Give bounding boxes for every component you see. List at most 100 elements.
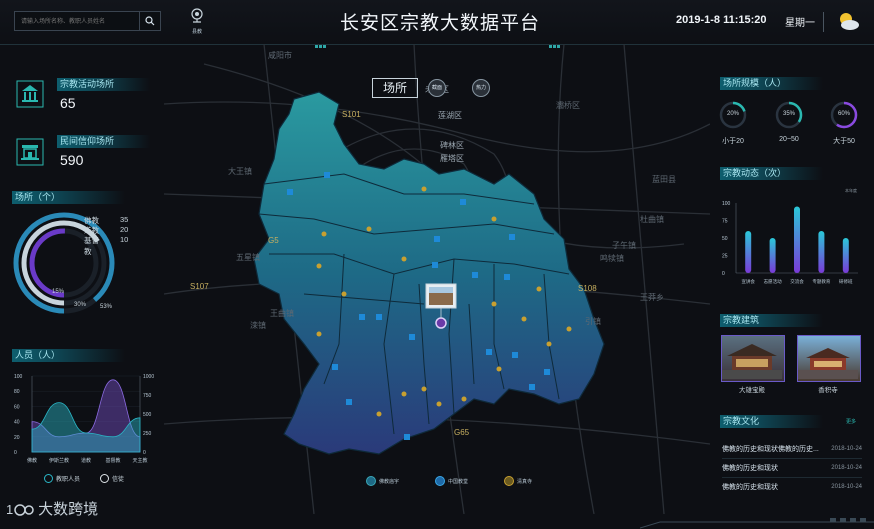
map-label: 鸣犊镇: [600, 254, 624, 263]
map-legend: 佛教庙宇 中国教堂 清真寺: [366, 476, 532, 486]
x-tick-label: 专题教育: [812, 278, 830, 285]
x-tick-label: 基督教: [105, 457, 120, 464]
dynamics-bar-chart: 100 75 50 25 0 宣讲会 志愿活动 交流会 专题教育 研修班: [722, 201, 858, 285]
gauge-pct: 35%: [782, 111, 795, 117]
building-caption: 大雄宝殿: [739, 387, 765, 394]
culture-title: 佛教的历史和现状: [722, 484, 778, 491]
buildings-label: 宗教建筑: [720, 314, 823, 327]
culture-label: 宗教文化: [720, 415, 823, 428]
sun-cloud-icon: [840, 13, 859, 30]
search-input[interactable]: [19, 13, 141, 30]
tick-label: 20: [14, 435, 20, 441]
activity-places-value: 65: [60, 95, 76, 111]
legend-dot-icon: [504, 476, 515, 486]
legend-staff[interactable]: 教职人员: [44, 474, 80, 483]
temple-photo-icon: [722, 344, 782, 379]
location-pin-icon: [191, 8, 203, 23]
legend-value: 10: [120, 235, 129, 244]
footer-decoration: [640, 518, 874, 529]
culture-date: 2018-10-24: [831, 484, 862, 490]
legend-label: 信徒: [112, 477, 125, 483]
legend-believers[interactable]: 信徒: [100, 474, 124, 483]
activity-places-label: 宗教活动场所: [57, 78, 150, 91]
page-title: 长安区宗教大数据平台: [339, 12, 540, 34]
gauge-caption: 小于20: [722, 138, 744, 145]
scale-label: 场所规模（人）: [720, 77, 823, 90]
x-tick-label: 交流会: [790, 278, 804, 285]
map-label: 莲湖区: [438, 111, 462, 120]
list-item[interactable]: 佛教的历史和现状 2018-10-24: [722, 478, 862, 496]
district-region[interactable]: [253, 91, 605, 455]
gauge-caption: 20~50: [779, 136, 799, 143]
map-mode-label: 场所: [372, 78, 418, 98]
map-label: 滦镇: [250, 321, 266, 330]
bar-志愿活动: [769, 238, 776, 273]
folk-places-label: 民间信仰场所: [57, 135, 150, 148]
places-legend: 佛教 35 道教 20 基督教 10: [84, 215, 129, 256]
tick-label: 1000: [143, 374, 154, 380]
bar-宣讲会: [745, 231, 752, 273]
culture-more-link[interactable]: 更多: [846, 418, 856, 425]
legend-row: 道教 20: [84, 225, 128, 235]
folk-places-value: 590: [60, 152, 84, 168]
people-legend: 教职人员 信徒: [44, 474, 124, 483]
dynamics-unit: 本年度: [845, 188, 857, 193]
temple-icon: [16, 80, 44, 108]
map-label: 引镇: [585, 317, 601, 326]
culture-list: 佛教的历史和现状佛教的历史... 2018-10-24 佛教的历史和现状 2018-…: [722, 440, 862, 496]
tick-label: 750: [143, 393, 152, 399]
people-chart-label: 人员（人）: [12, 349, 125, 362]
gauge-pct: 20%: [726, 111, 739, 117]
tick-label: 0: [722, 271, 725, 277]
gauge-caption: 大于50: [833, 138, 855, 145]
tick-label: 60: [14, 404, 20, 410]
legend-name: 基督教: [84, 236, 99, 256]
map-label: 王曲镇: [270, 309, 294, 318]
legend-label: 中国教堂: [448, 478, 469, 485]
search-button[interactable]: [139, 12, 160, 30]
map-section-button[interactable]: 截面: [428, 79, 446, 97]
legend-label: 佛教庙宇: [379, 478, 400, 485]
tick-label: 100: [722, 201, 731, 207]
culture-title: 佛教的历史和现状: [722, 465, 778, 472]
tick-label: 75: [722, 219, 728, 225]
map-label: S108: [578, 284, 597, 293]
building-image-2[interactable]: [797, 335, 861, 382]
legend-circle-icon: [44, 474, 53, 483]
legend-circle-icon: [100, 474, 110, 483]
bar-交流会: [794, 206, 800, 273]
legend-label: 教职人员: [56, 477, 81, 483]
map-label: 雁塔区: [440, 154, 464, 163]
map-heat-button[interactable]: 热力: [472, 79, 490, 97]
search-icon: [145, 16, 155, 26]
x-tick-label: 伊斯兰教: [49, 457, 69, 464]
culture-title: 佛教的历史和现状佛教的历史...: [722, 446, 819, 453]
list-item[interactable]: 佛教的历史和现状 2018-10-24: [722, 459, 862, 478]
scale-gauges: 20% 小于20 35% 20~50 60% 大于50: [718, 100, 868, 150]
x-tick-label: 佛教: [27, 457, 37, 464]
building-image-1[interactable]: [721, 335, 785, 382]
location-toggle[interactable]: 县教: [186, 8, 208, 36]
tick-label: 500: [143, 412, 152, 418]
map-label: 蓝田县: [652, 175, 676, 184]
legend-buddhist[interactable]: 佛教庙宇: [366, 476, 399, 486]
list-item[interactable]: 佛教的历史和现状佛教的历史... 2018-10-24: [722, 440, 862, 459]
legend-mosque[interactable]: 清真寺: [504, 476, 532, 486]
bar-专题教育: [818, 231, 825, 273]
header-divider: [823, 12, 824, 32]
bar-研修班: [842, 238, 849, 273]
building-caption: 香积寺: [818, 387, 838, 394]
search-box: [14, 11, 161, 31]
datetime-display: 2019-1-8 11:15:20: [676, 14, 767, 26]
location-label: 县教: [191, 29, 202, 35]
shrine-icon: [16, 138, 44, 166]
legend-church[interactable]: 中国教堂: [435, 476, 468, 486]
map-label: 子午镇: [612, 241, 636, 250]
map-label: G5: [268, 236, 279, 245]
district-map[interactable]: [164, 44, 710, 514]
logo-mark-icon: 1: [6, 502, 34, 517]
legend-value: 35: [120, 215, 129, 224]
gauge-pct: 60%: [837, 111, 850, 117]
donut-pct-label: 30%: [74, 302, 87, 308]
gauge-large: 60% 大于50: [829, 100, 859, 146]
